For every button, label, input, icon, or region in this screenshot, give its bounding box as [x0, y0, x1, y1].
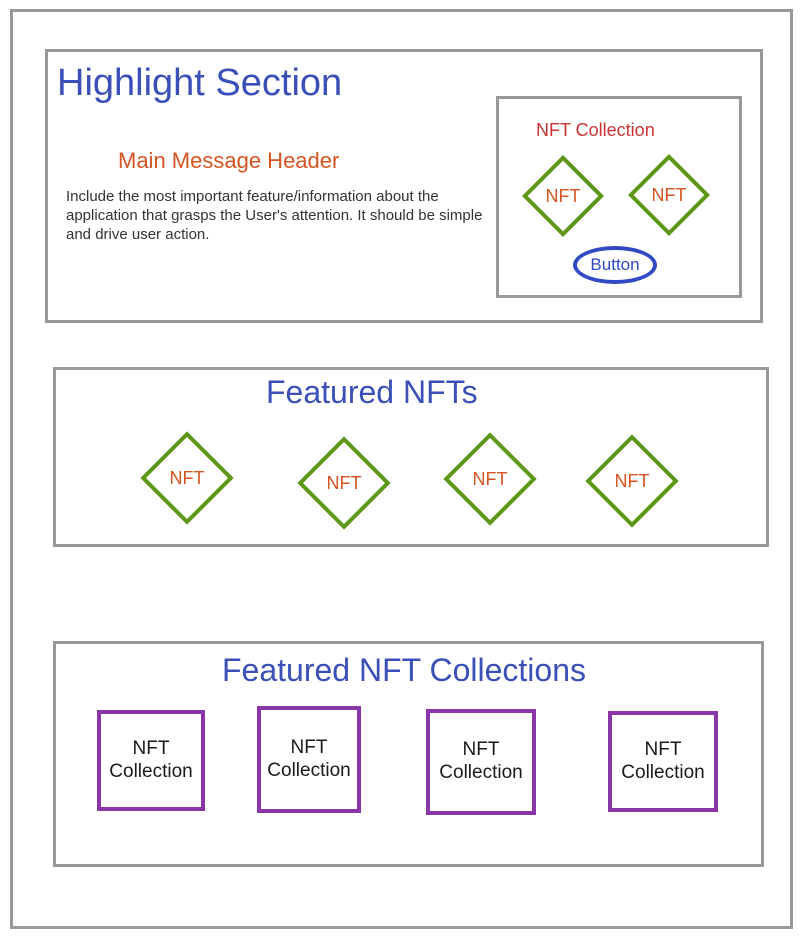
- nft-label: NFT: [614, 470, 650, 491]
- main-message-body: Include the most important feature/infor…: [66, 188, 483, 243]
- main-message-header: Main Message Header: [118, 148, 340, 173]
- collection-card-label: NFT Collection: [267, 736, 351, 781]
- featured-collection-card-1[interactable]: NFT Collection: [97, 710, 205, 811]
- featured-nft-card-1[interactable]: NFT: [137, 431, 237, 525]
- collection-card-label: NFT Collection: [621, 738, 705, 783]
- collection-card-label: NFT Collection: [439, 739, 523, 783]
- highlight-nft-card-1[interactable]: NFT: [521, 154, 605, 238]
- nft-label: NFT: [651, 184, 687, 205]
- featured-collection-card-4[interactable]: NFT Collection: [608, 711, 718, 812]
- featured-nfts-title: Featured NFTs: [266, 374, 478, 410]
- featured-nft-card-4[interactable]: NFT: [582, 434, 682, 528]
- featured-nft-card-3[interactable]: NFT: [440, 432, 540, 526]
- nft-label: NFT: [326, 472, 362, 493]
- featured-collections-title: Featured NFT Collections: [222, 652, 586, 688]
- featured-nft-card-2[interactable]: NFT: [294, 436, 394, 530]
- nft-label: NFT: [169, 467, 205, 488]
- nft-label: NFT: [472, 468, 508, 489]
- highlight-cta-button[interactable]: Button: [573, 246, 657, 284]
- wireframe-page: Highlight Section Main Message Header In…: [0, 0, 804, 937]
- nft-label: NFT: [545, 185, 581, 206]
- highlight-nft-card-2[interactable]: NFT: [627, 153, 711, 237]
- nft-collection-panel-label: NFT Collection: [536, 120, 655, 140]
- featured-collection-card-2[interactable]: NFT Collection: [257, 706, 361, 813]
- collection-card-label: NFT Collection: [109, 737, 193, 782]
- featured-collection-card-3[interactable]: NFT Collection: [426, 709, 536, 815]
- highlight-section-title: Highlight Section: [57, 62, 343, 104]
